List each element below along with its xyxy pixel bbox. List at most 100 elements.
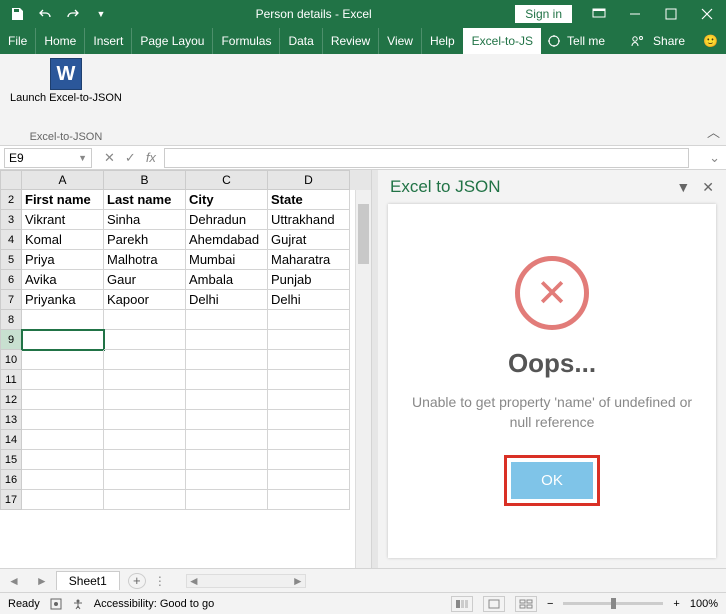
- new-sheet-icon[interactable]: +: [128, 573, 146, 589]
- macro-record-icon[interactable]: [50, 598, 62, 610]
- formula-bar[interactable]: [164, 148, 689, 168]
- cell[interactable]: Malhotra: [104, 250, 186, 270]
- row-header[interactable]: 6: [0, 270, 22, 290]
- cell[interactable]: Gujrat: [268, 230, 350, 250]
- cell[interactable]: [22, 330, 104, 350]
- cell[interactable]: [104, 410, 186, 430]
- cell[interactable]: [186, 390, 268, 410]
- cell[interactable]: Avika: [22, 270, 104, 290]
- minimize-icon[interactable]: [622, 3, 648, 25]
- cell[interactable]: [268, 330, 350, 350]
- cell[interactable]: [104, 470, 186, 490]
- cell[interactable]: [268, 310, 350, 330]
- enter-formula-icon[interactable]: ✓: [125, 150, 136, 166]
- row-header[interactable]: 12: [0, 390, 22, 410]
- accessibility-status[interactable]: Accessibility: Good to go: [94, 598, 214, 610]
- share-icon[interactable]: [631, 34, 645, 48]
- page-break-view-icon[interactable]: [515, 596, 537, 612]
- cell[interactable]: [22, 350, 104, 370]
- tab-formulas[interactable]: Formulas: [212, 28, 279, 54]
- zoom-out-icon[interactable]: −: [547, 598, 553, 610]
- cell[interactable]: [186, 470, 268, 490]
- cell[interactable]: [186, 430, 268, 450]
- cell[interactable]: Parekh: [104, 230, 186, 250]
- cell[interactable]: [186, 410, 268, 430]
- row-header[interactable]: 11: [0, 370, 22, 390]
- cell[interactable]: Dehradun: [186, 210, 268, 230]
- cell[interactable]: [104, 350, 186, 370]
- tab-help[interactable]: Help: [421, 28, 463, 54]
- launch-excel-to-json-button[interactable]: W Launch Excel-to-JSON: [10, 58, 122, 104]
- cell[interactable]: Gaur: [104, 270, 186, 290]
- tell-me-label[interactable]: Tell me: [567, 28, 613, 54]
- cell[interactable]: [104, 370, 186, 390]
- cell[interactable]: [22, 390, 104, 410]
- cell[interactable]: [186, 450, 268, 470]
- cell[interactable]: [22, 470, 104, 490]
- share-label[interactable]: Share: [653, 34, 685, 48]
- sign-in-button[interactable]: Sign in: [515, 5, 572, 23]
- cell[interactable]: [268, 350, 350, 370]
- cell[interactable]: [22, 410, 104, 430]
- cell[interactable]: [186, 490, 268, 510]
- row-header[interactable]: 2: [0, 190, 22, 210]
- tab-page-layout[interactable]: Page Layou: [131, 28, 212, 54]
- cell[interactable]: [22, 370, 104, 390]
- row-header[interactable]: 3: [0, 210, 22, 230]
- tab-insert[interactable]: Insert: [84, 28, 131, 54]
- cell[interactable]: [268, 390, 350, 410]
- cell[interactable]: [268, 450, 350, 470]
- cell[interactable]: City: [186, 190, 268, 210]
- horizontal-scrollbar[interactable]: ◄►: [186, 574, 306, 588]
- vertical-scrollbar[interactable]: [355, 190, 371, 568]
- cell[interactable]: Last name: [104, 190, 186, 210]
- row-header[interactable]: 13: [0, 410, 22, 430]
- cell[interactable]: [186, 350, 268, 370]
- tell-me-icon[interactable]: [541, 28, 567, 54]
- cell[interactable]: [104, 430, 186, 450]
- cell[interactable]: Delhi: [268, 290, 350, 310]
- row-header[interactable]: 16: [0, 470, 22, 490]
- cell[interactable]: Punjab: [268, 270, 350, 290]
- cell[interactable]: Priyanka: [22, 290, 104, 310]
- tab-excel-to-json[interactable]: Excel-to-JS: [463, 28, 541, 54]
- row-header[interactable]: 10: [0, 350, 22, 370]
- cell[interactable]: State: [268, 190, 350, 210]
- cell[interactable]: [104, 390, 186, 410]
- zoom-slider[interactable]: [563, 602, 663, 605]
- cell[interactable]: Priya: [22, 250, 104, 270]
- cell[interactable]: Mumbai: [186, 250, 268, 270]
- tab-view[interactable]: View: [378, 28, 421, 54]
- row-header[interactable]: 8: [0, 310, 22, 330]
- cell[interactable]: [186, 310, 268, 330]
- cell[interactable]: First name: [22, 190, 104, 210]
- row-header[interactable]: 5: [0, 250, 22, 270]
- select-all-corner[interactable]: [0, 170, 22, 190]
- cell[interactable]: Sinha: [104, 210, 186, 230]
- fx-icon[interactable]: fx: [146, 150, 156, 165]
- sheet-nav-next-icon[interactable]: ►: [28, 574, 56, 588]
- cell[interactable]: Uttrakhand: [268, 210, 350, 230]
- row-header[interactable]: 7: [0, 290, 22, 310]
- customize-qat-icon[interactable]: ▼: [90, 3, 112, 25]
- zoom-in-icon[interactable]: +: [673, 598, 679, 610]
- sheet-nav-prev-icon[interactable]: ◄: [0, 574, 28, 588]
- name-box[interactable]: E9 ▼: [4, 148, 92, 168]
- cell[interactable]: Kapoor: [104, 290, 186, 310]
- grid[interactable]: 2First nameLast nameCityState3VikrantSin…: [0, 190, 371, 568]
- cell[interactable]: [268, 370, 350, 390]
- pane-close-icon[interactable]: ✕: [702, 179, 714, 196]
- page-layout-view-icon[interactable]: [483, 596, 505, 612]
- tab-file[interactable]: File: [0, 28, 35, 54]
- cell[interactable]: [104, 330, 186, 350]
- cell[interactable]: Delhi: [186, 290, 268, 310]
- row-header[interactable]: 9: [0, 330, 22, 350]
- zoom-level[interactable]: 100%: [690, 598, 718, 610]
- undo-icon[interactable]: [34, 3, 56, 25]
- col-header-a[interactable]: A: [22, 170, 104, 190]
- row-header[interactable]: 14: [0, 430, 22, 450]
- expand-formula-bar-icon[interactable]: ⌄: [709, 150, 720, 166]
- cell[interactable]: [186, 370, 268, 390]
- row-header[interactable]: 4: [0, 230, 22, 250]
- tab-data[interactable]: Data: [279, 28, 321, 54]
